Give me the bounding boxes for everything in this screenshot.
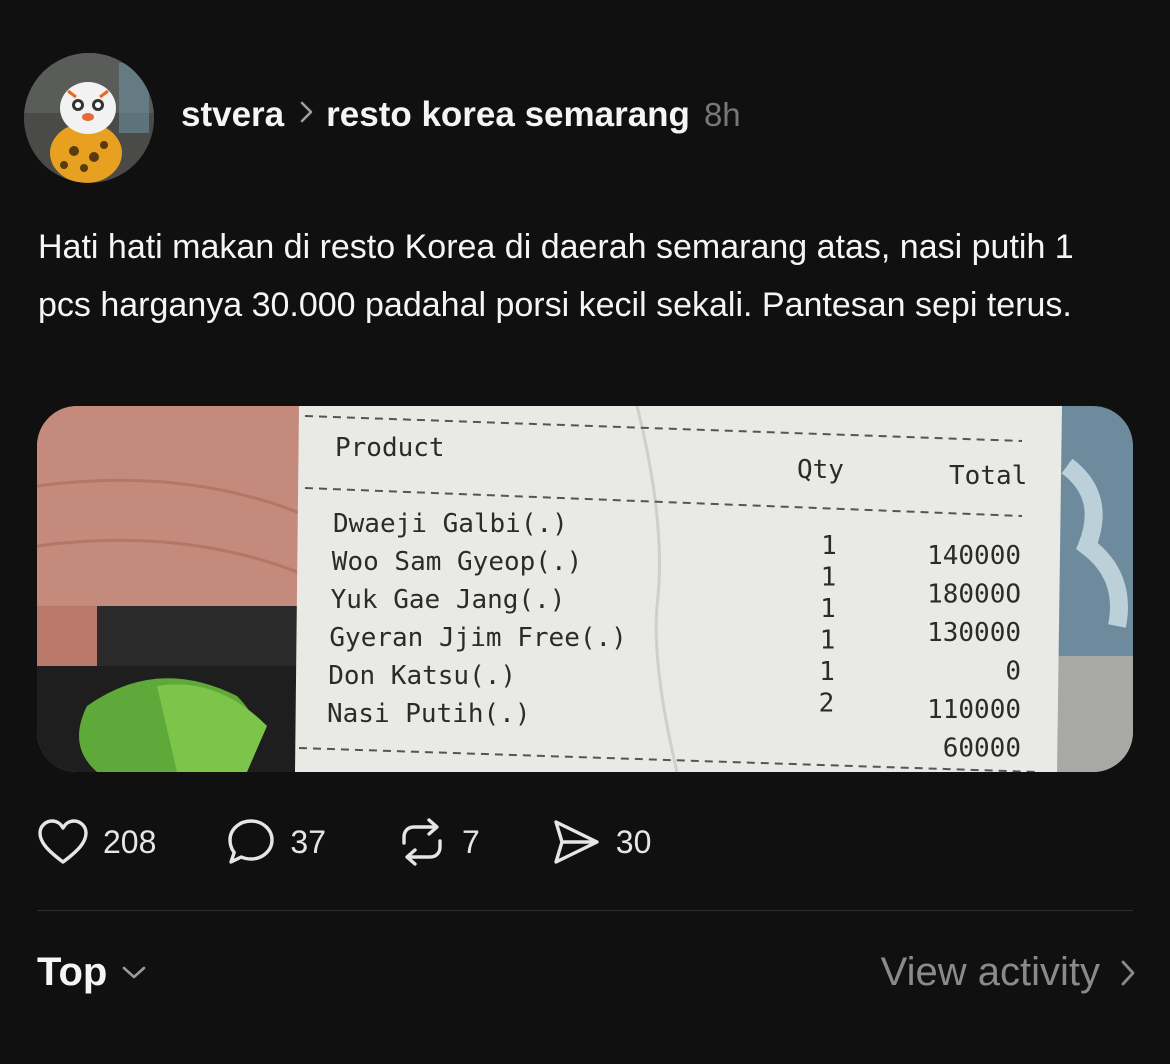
receipt-qty: 1 — [819, 657, 835, 687]
view-activity-link[interactable]: View activity — [881, 950, 1136, 995]
username[interactable]: stvera — [181, 95, 284, 135]
receipt-header-product: Product — [335, 433, 445, 463]
receipt-header-total: Total — [949, 461, 1027, 491]
receipt-total: 18000O — [927, 580, 1021, 610]
sort-dropdown[interactable]: Top — [37, 950, 147, 995]
chevron-right-icon — [1121, 960, 1135, 985]
repost-icon — [402, 818, 442, 866]
receipt-product: Nasi Putih(.) — [327, 699, 531, 729]
share-count: 30 — [615, 823, 652, 860]
like-button[interactable]: 208 — [37, 818, 156, 866]
receipt-product: Yuk Gae Jang(.) — [331, 585, 566, 615]
receipt-qty: 1 — [820, 626, 836, 656]
chevron-right-icon — [298, 98, 316, 132]
receipt-product: Don Katsu(.) — [328, 661, 516, 691]
like-count: 208 — [103, 823, 157, 860]
comment-icon — [228, 819, 275, 864]
repost-button[interactable]: 7 — [396, 817, 480, 867]
reply-button[interactable]: 37 — [226, 817, 326, 867]
post-header: stvera resto korea semarang 8h — [181, 92, 741, 138]
divider — [37, 910, 1133, 911]
view-activity-label: View activity — [880, 950, 1100, 994]
post-image[interactable]: Product Qty Total Dwaeji Galbi(.) Woo Sam… — [37, 406, 1133, 772]
receipt-product: Woo Sam Gyeop(.) — [332, 547, 582, 577]
sort-label: Top — [37, 950, 108, 994]
reply-count: 37 — [290, 823, 326, 860]
community-name[interactable]: resto korea semarang — [326, 95, 690, 135]
avatar-illustration — [24, 53, 154, 183]
receipt-qty: 1 — [821, 563, 837, 593]
receipt-qty: 1 — [821, 531, 837, 561]
receipt-photo: Product Qty Total Dwaeji Galbi(.) Woo Sam… — [37, 406, 1133, 772]
receipt-qty: 1 — [820, 594, 836, 624]
receipt-product: Gyeran Jjim Free(.) — [329, 623, 626, 653]
post-timestamp: 8h — [703, 96, 741, 133]
heart-icon — [38, 819, 88, 864]
avatar[interactable] — [24, 53, 154, 183]
share-button[interactable]: 30 — [550, 817, 652, 867]
repost-count: 7 — [461, 823, 480, 860]
chevron-down-icon — [123, 966, 146, 978]
receipt-total: 110000 — [927, 695, 1021, 725]
post-actions: 208 37 7 30 — [37, 812, 721, 872]
receipt-total: 60000 — [943, 734, 1021, 764]
receipt-total: 130000 — [927, 618, 1021, 648]
receipt-total: 140000 — [927, 541, 1021, 571]
receipt-qty: 2 — [819, 689, 835, 719]
send-icon — [554, 820, 599, 864]
receipt-header-qty: Qty — [797, 455, 844, 485]
receipt-total: 0 — [1005, 657, 1021, 687]
post-text: Hati hati makan di resto Korea di daerah… — [38, 228, 1074, 324]
thread-post: stvera resto korea semarang 8h Hati hati… — [0, 0, 1170, 1064]
receipt-product: Dwaeji Galbi(.) — [333, 509, 568, 539]
